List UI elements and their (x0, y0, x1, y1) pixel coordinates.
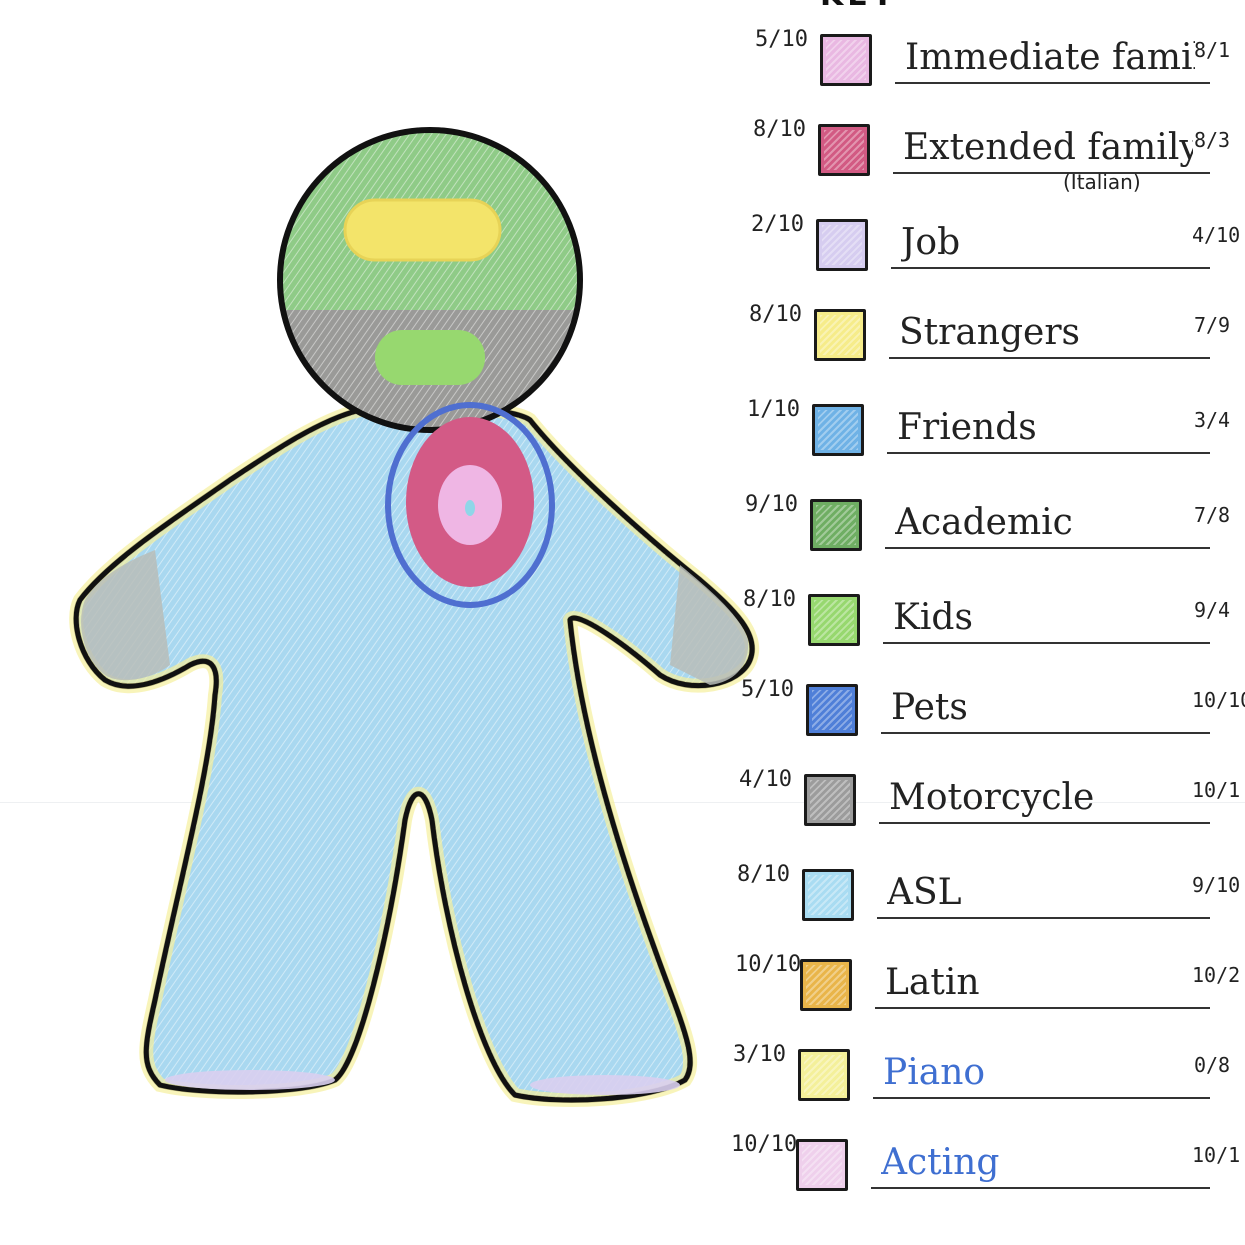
legend-label: Acting (881, 1142, 1000, 1183)
legend-swatch (796, 1139, 848, 1191)
legend-row: 8/10 Extended family (Italian) 8/3 (740, 110, 1245, 200)
legend-underline (873, 1097, 1210, 1099)
head (280, 130, 580, 430)
mouth-oval (375, 330, 485, 385)
legend-swatch (812, 404, 864, 456)
legend-rating-left: 8/10 (753, 117, 806, 142)
legend-rating-left: 2/10 (751, 212, 804, 237)
legend-row: 8/10 Kids 9/4 (740, 580, 1245, 670)
legend-rating-left: 1/10 (747, 397, 800, 422)
legend-row: 4/10 Motorcycle 10/1 (739, 760, 1245, 850)
legend-label: Immediate family (905, 37, 1195, 78)
legend-rating-right: 10/1 (1192, 778, 1241, 802)
legend-rating-left: 10/10 (735, 952, 802, 977)
legend-rating-left: 8/10 (743, 587, 796, 612)
legend-swatch (814, 309, 866, 361)
legend-rating-right: 10/1 (1192, 1143, 1241, 1167)
legend-row: 5/10 Pets 10/10 (740, 670, 1245, 760)
left-foot (165, 1070, 335, 1090)
legend-label: Latin (885, 962, 980, 1003)
legend-swatch (802, 869, 854, 921)
legend-row: 1/10 Friends 3/4 (740, 390, 1245, 480)
legend-label: Piano (883, 1052, 986, 1093)
legend-label: ASL (887, 872, 962, 913)
legend-row: 10/10 Acting 10/1 (731, 1125, 1245, 1215)
legend-rating-right: 10/2 (1192, 963, 1241, 987)
legend-rating-right: 10/10 (1192, 688, 1245, 712)
legend-rating-left: 5/10 (741, 677, 794, 702)
legend-swatch (816, 219, 868, 271)
legend-underline (895, 82, 1210, 84)
legend-row: 5/10 Immediate family 8/1 (740, 20, 1245, 110)
legend-swatch (818, 124, 870, 176)
legend-rating-right: 7/8 (1193, 503, 1231, 527)
legend-swatch (806, 684, 858, 736)
legend-rating-right: 8/1 (1193, 38, 1231, 62)
legend-key: 5/10 Immediate family 8/1 8/10 Extended fami… (731, 0, 1245, 1245)
legend-underline (891, 267, 1210, 269)
legend-label: Academic (895, 502, 1073, 543)
legend-row: 2/10 Job 4/10 (740, 205, 1245, 295)
forehead-oval (343, 198, 502, 262)
legend-rating-left: 9/10 (745, 492, 798, 517)
legend-underline (881, 732, 1210, 734)
legend-swatch (800, 959, 852, 1011)
legend-row: 3/10 Piano 0/8 (733, 1035, 1245, 1125)
legend-swatch (808, 594, 860, 646)
legend-underline (893, 172, 1210, 174)
heart-center (465, 500, 475, 516)
legend-label: Job (901, 222, 961, 263)
right-foot (530, 1075, 680, 1095)
left-arm-band (81, 550, 170, 681)
legend-rating-left: 3/10 (733, 1042, 786, 1067)
legend-rating-left: 5/10 (755, 27, 808, 52)
legend-underline (871, 1187, 1210, 1189)
legend-rating-right: 3/4 (1193, 408, 1231, 432)
legend-sublabel: (Italian) (1063, 170, 1141, 194)
legend-row: 9/10 Academic 7/8 (740, 485, 1245, 575)
legend-label: Pets (891, 687, 968, 728)
legend-row: 8/10 ASL 9/10 (737, 855, 1245, 945)
legend-swatch (820, 34, 872, 86)
legend-label: Kids (893, 597, 973, 638)
legend-swatch (804, 774, 856, 826)
legend-rating-right: 9/4 (1193, 598, 1231, 622)
legend-underline (883, 642, 1210, 644)
legend-rating-right: 4/10 (1192, 223, 1241, 247)
legend-row: 10/10 Latin 10/2 (735, 945, 1245, 1035)
coloring-page: KEY (0, 0, 1245, 1245)
legend-rating-left: 10/10 (731, 1132, 798, 1157)
legend-swatch (810, 499, 862, 551)
legend-underline (887, 452, 1210, 454)
legend-rating-right: 0/8 (1193, 1053, 1231, 1077)
person-figure (69, 127, 760, 1107)
legend-underline (889, 357, 1210, 359)
legend-label: Extended family (903, 127, 1193, 168)
legend-label: Friends (897, 407, 1037, 448)
legend-underline (885, 547, 1210, 549)
legend-rating-left: 8/10 (737, 862, 790, 887)
legend-swatch (798, 1049, 850, 1101)
legend-underline (875, 1007, 1210, 1009)
legend-rating-left: 4/10 (739, 767, 792, 792)
legend-underline (879, 822, 1210, 824)
legend-row: 8/10 Strangers 7/9 (740, 295, 1245, 385)
legend-rating-right: 9/10 (1192, 873, 1241, 897)
legend-underline (877, 917, 1210, 919)
legend-rating-right: 7/9 (1193, 313, 1231, 337)
legend-label: Motorcycle (889, 777, 1095, 818)
legend-rating-left: 8/10 (749, 302, 802, 327)
legend-rating-right: 8/3 (1193, 128, 1231, 152)
legend-label: Strangers (899, 312, 1081, 353)
